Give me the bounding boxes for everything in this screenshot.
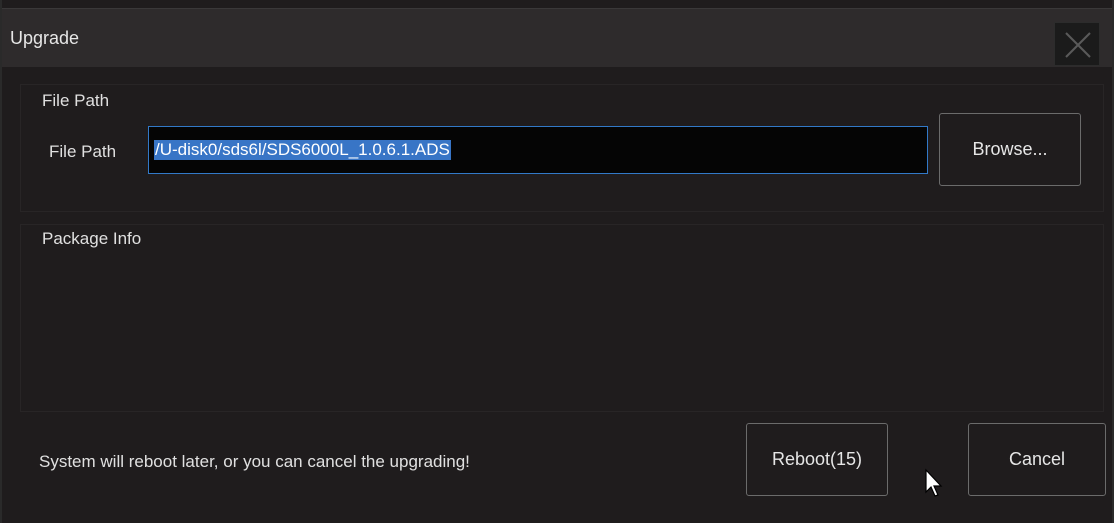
reboot-status-message: System will reboot later, or you can can… xyxy=(39,452,470,471)
dialog-title: Upgrade xyxy=(10,28,80,48)
cancel-button[interactable]: Cancel xyxy=(968,423,1106,496)
close-button[interactable] xyxy=(1054,22,1100,66)
file-path-value: /U-disk0/sds6l/SDS6000L_1.0.6.1.ADS xyxy=(154,140,451,160)
file-path-input[interactable]: /U-disk0/sds6l/SDS6000L_1.0.6.1.ADS xyxy=(148,126,928,174)
mouse-pointer-icon xyxy=(925,468,943,497)
file-path-group-label: File Path xyxy=(42,91,110,110)
upgrade-dialog: Upgrade File Path File Path /U-disk0/sds… xyxy=(0,0,1114,523)
close-x-icon xyxy=(1065,32,1091,58)
package-info-group xyxy=(20,224,1104,412)
browse-button[interactable]: Browse... xyxy=(939,113,1081,186)
file-path-field-label: File Path xyxy=(49,142,117,161)
package-info-group-label: Package Info xyxy=(42,229,142,248)
title-bar: Upgrade xyxy=(2,8,1112,67)
reboot-button[interactable]: Reboot(15) xyxy=(746,423,888,496)
